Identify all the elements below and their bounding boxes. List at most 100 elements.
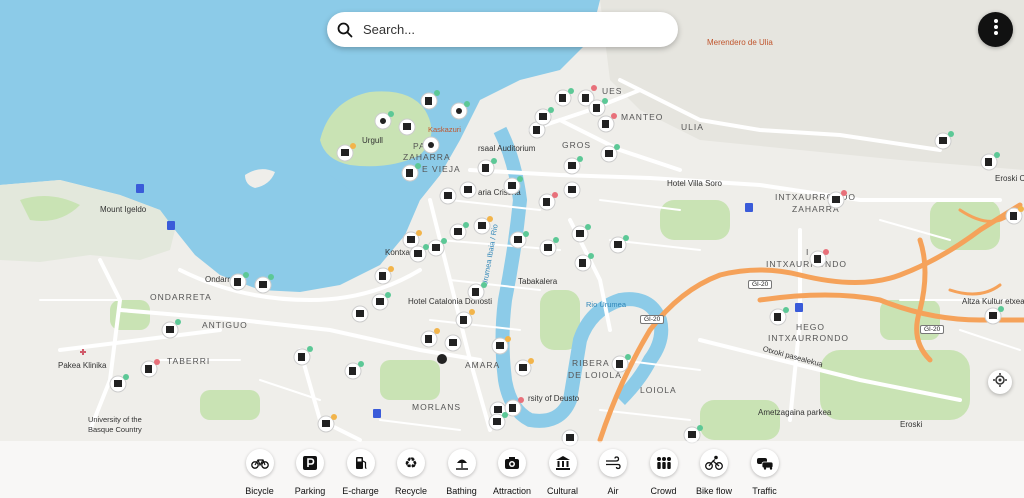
map-marker[interactable] [401, 163, 421, 182]
category-bathing[interactable]: Bathing [436, 441, 487, 496]
map-marker[interactable] [161, 319, 181, 339]
map-marker[interactable] [538, 192, 558, 211]
transit-stop-icon [373, 409, 381, 418]
locate-me-button[interactable] [988, 370, 1012, 394]
transit-stop-icon [167, 221, 175, 230]
map-marker[interactable] [437, 354, 447, 364]
map-marker[interactable] [539, 237, 559, 257]
recycle-icon: ♻ [397, 449, 425, 477]
category-label: Traffic [752, 486, 777, 496]
map-marker[interactable] [140, 359, 160, 378]
map-marker[interactable] [444, 334, 462, 352]
camera-icon [498, 449, 526, 477]
map-marker[interactable] [934, 131, 954, 150]
map-marker[interactable] [374, 111, 394, 130]
map-marker[interactable] [597, 113, 617, 133]
map-marker[interactable] [769, 307, 789, 326]
map-marker[interactable] [455, 309, 475, 329]
cyclist-icon [700, 449, 728, 477]
map-marker[interactable] [984, 306, 1004, 325]
map-marker[interactable] [491, 336, 511, 355]
map-marker[interactable] [344, 361, 364, 380]
map-marker[interactable] [504, 397, 524, 417]
map-marker[interactable] [450, 101, 470, 120]
map-marker[interactable] [254, 274, 274, 294]
map-marker[interactable] [371, 292, 391, 311]
map-marker[interactable] [571, 224, 591, 243]
map-marker[interactable] [609, 235, 629, 254]
map-marker[interactable] [980, 152, 1000, 171]
menu-button[interactable] [978, 12, 1013, 47]
map-marker[interactable] [439, 187, 457, 205]
map-marker[interactable] [422, 136, 440, 154]
hospital-icon [80, 349, 86, 355]
people-icon [649, 449, 678, 477]
category-label: Crowd [650, 486, 677, 496]
search-bar[interactable] [327, 12, 678, 47]
map-marker[interactable] [398, 118, 416, 136]
map-marker[interactable] [534, 107, 554, 126]
map-marker[interactable] [427, 238, 447, 257]
map-marker[interactable] [420, 90, 440, 110]
map-marker[interactable] [293, 346, 313, 366]
map-marker[interactable] [402, 230, 422, 249]
wind-icon [599, 449, 627, 477]
map-marker[interactable] [336, 143, 356, 162]
map-marker[interactable] [351, 305, 369, 323]
category-label: Air [607, 486, 619, 496]
map-marker[interactable] [514, 358, 534, 377]
category-bike-flow[interactable]: Bike flow [689, 441, 740, 496]
bicycle-icon [245, 449, 274, 477]
map-marker[interactable] [449, 222, 469, 241]
map-marker[interactable] [420, 328, 440, 348]
map-marker[interactable] [574, 253, 594, 272]
category-label: E-charge [342, 486, 379, 496]
search-input[interactable] [363, 22, 643, 37]
category-e-charge[interactable]: E-charge [335, 441, 386, 496]
category-attraction[interactable]: Attraction [487, 441, 538, 496]
category-traffic[interactable]: Traffic [739, 441, 790, 496]
map-marker[interactable] [509, 231, 529, 249]
crosshair-icon [993, 372, 1007, 392]
category-recycle[interactable]: ♻ Recycle [386, 441, 437, 496]
map-marker[interactable] [563, 181, 581, 199]
parking-icon [296, 449, 324, 477]
map-marker[interactable] [317, 414, 337, 433]
map-marker[interactable] [477, 158, 497, 177]
map-marker[interactable] [503, 176, 523, 195]
category-label: Bicycle [245, 486, 274, 496]
category-air[interactable]: Air [588, 441, 639, 496]
map-marker[interactable] [473, 216, 493, 235]
map-marker[interactable] [600, 144, 620, 163]
map-marker[interactable] [229, 272, 249, 291]
map-marker[interactable] [611, 354, 631, 373]
category-label: Cultural [546, 486, 578, 496]
transit-stop-icon [136, 184, 144, 193]
category-label: Attraction [492, 486, 532, 496]
map-marker[interactable] [809, 249, 829, 268]
category-label: Bike flow [695, 486, 732, 496]
map-marker[interactable] [109, 374, 129, 393]
map-marker[interactable] [827, 190, 847, 209]
map-marker[interactable] [554, 88, 574, 107]
beach-umbrella-icon [447, 449, 476, 477]
map-markers [80, 85, 1024, 447]
search-icon [337, 22, 353, 38]
category-bicycle[interactable]: Bicycle [234, 441, 285, 496]
map-marker[interactable] [563, 156, 583, 175]
fuel-pump-icon [346, 449, 375, 477]
transit-stop-icon [745, 203, 753, 212]
map-marker[interactable] [1005, 206, 1024, 225]
cars-icon [750, 449, 779, 477]
map-marker[interactable] [467, 282, 487, 301]
transit-stop-icon [795, 303, 803, 312]
category-cultural[interactable]: Cultural [537, 441, 588, 496]
map-marker[interactable] [459, 181, 477, 199]
museum-icon [548, 449, 577, 477]
category-parking[interactable]: Parking [285, 441, 336, 496]
category-label: Bathing [446, 486, 477, 496]
category-label: Parking [294, 486, 326, 496]
category-label: Recycle [394, 486, 427, 496]
category-crowd[interactable]: Crowd [638, 441, 689, 496]
map-marker[interactable] [374, 266, 394, 285]
